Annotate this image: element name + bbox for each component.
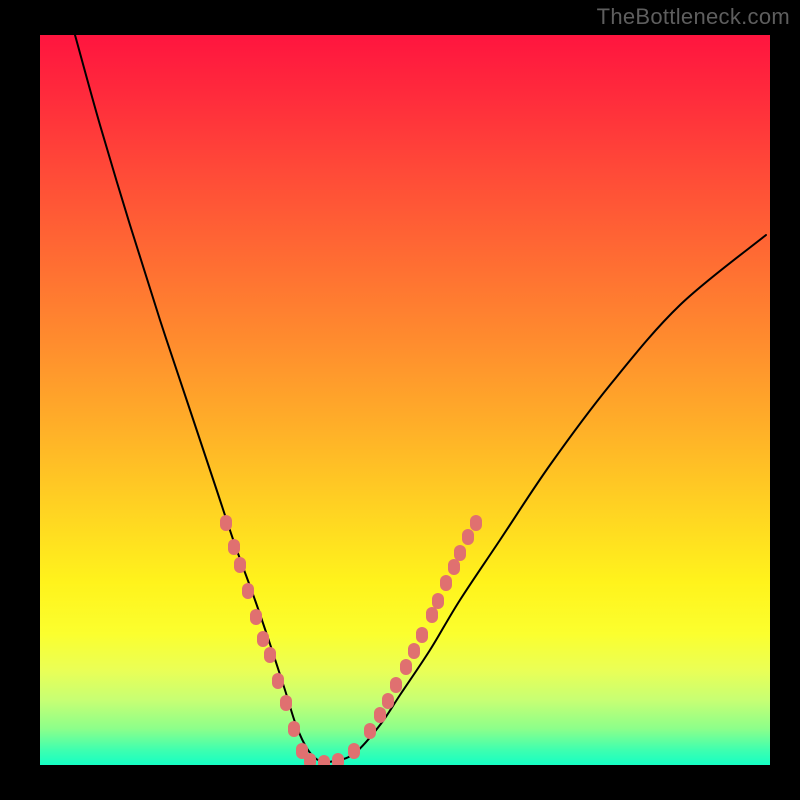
curve-marker	[390, 677, 402, 693]
chart-frame: TheBottleneck.com	[0, 0, 800, 800]
curve-marker	[426, 607, 438, 623]
bottleneck-curve	[75, 35, 766, 762]
watermark-label: TheBottleneck.com	[597, 4, 790, 30]
curve-marker	[448, 559, 460, 575]
curve-marker	[264, 647, 276, 663]
curve-marker	[432, 593, 444, 609]
curve-marker	[462, 529, 474, 545]
curve-marker	[470, 515, 482, 531]
curve-marker	[400, 659, 412, 675]
curve-marker	[382, 693, 394, 709]
curve-marker	[288, 721, 300, 737]
curve-marker	[234, 557, 246, 573]
curve-marker	[374, 707, 386, 723]
curve-marker	[416, 627, 428, 643]
curve-marker	[454, 545, 466, 561]
curve-marker	[220, 515, 232, 531]
curve-marker	[228, 539, 240, 555]
curve-marker	[304, 753, 316, 765]
curve-layer	[40, 35, 770, 765]
curve-marker	[318, 755, 330, 765]
curve-marker	[272, 673, 284, 689]
curve-marker	[408, 643, 420, 659]
curve-marker	[250, 609, 262, 625]
curve-marker	[332, 753, 344, 765]
curve-marker	[242, 583, 254, 599]
curve-marker	[348, 743, 360, 759]
curve-marker	[280, 695, 292, 711]
curve-marker	[364, 723, 376, 739]
marker-group	[220, 515, 482, 765]
curve-marker	[257, 631, 269, 647]
curve-marker	[440, 575, 452, 591]
